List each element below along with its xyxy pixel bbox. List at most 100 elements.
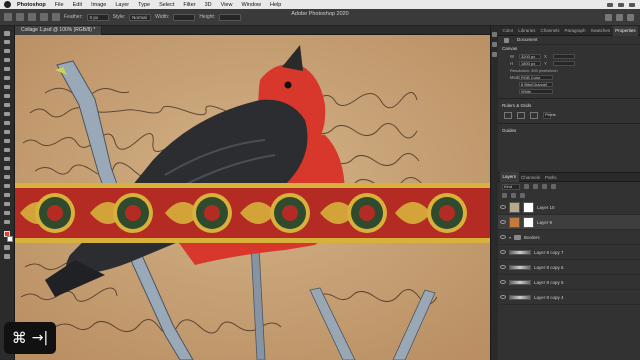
ruler-unit-select[interactable]: Pixels bbox=[543, 111, 556, 119]
layer-row[interactable]: Layer 8 copy 5 bbox=[498, 275, 640, 290]
bit-depth-select[interactable]: 8 Bits/Channel bbox=[519, 81, 553, 88]
menu-type[interactable]: Type bbox=[138, 2, 150, 8]
layer-row[interactable]: Layer 10 bbox=[498, 200, 640, 215]
menu-select[interactable]: Select bbox=[159, 2, 174, 8]
path-select-icon[interactable] bbox=[3, 183, 11, 190]
eye-icon[interactable] bbox=[500, 265, 506, 269]
add-selection-icon[interactable] bbox=[40, 13, 48, 21]
subtract-selection-icon[interactable] bbox=[52, 13, 60, 21]
layer-row[interactable]: Layer 8 copy 6 bbox=[498, 260, 640, 275]
search-icon[interactable] bbox=[605, 13, 612, 21]
layer-mask-thumbnail[interactable] bbox=[523, 201, 534, 213]
menu-view[interactable]: View bbox=[221, 2, 233, 8]
layer-name[interactable]: Layer 8 copy 5 bbox=[534, 280, 564, 285]
menu-help[interactable]: Help bbox=[270, 2, 281, 8]
brush-icon[interactable] bbox=[3, 102, 11, 109]
style-select[interactable]: Normal bbox=[129, 13, 152, 21]
layer-name[interactable]: Layer 8 copy 4 bbox=[534, 295, 564, 300]
tab-paths[interactable]: Paths bbox=[543, 175, 560, 180]
menu-filter[interactable]: Filter bbox=[183, 2, 195, 8]
tab-channels-lower[interactable]: Channels bbox=[519, 175, 543, 180]
tab-channels[interactable]: Channels bbox=[538, 28, 562, 33]
layer-name[interactable]: Layer 9 bbox=[537, 220, 552, 225]
layer-group-row[interactable]: ▾ Borders bbox=[498, 230, 640, 245]
canvas-x-input[interactable] bbox=[553, 53, 575, 60]
menu-layer[interactable]: Layer bbox=[115, 2, 129, 8]
tab-layers[interactable]: Layers bbox=[500, 172, 519, 182]
gradient-icon[interactable] bbox=[3, 138, 11, 145]
styles-panel-icon[interactable] bbox=[492, 52, 497, 57]
lasso-icon[interactable] bbox=[3, 48, 11, 55]
filter-pixel-icon[interactable] bbox=[524, 184, 529, 189]
blur-icon[interactable] bbox=[3, 147, 11, 154]
rulers-grids-title[interactable]: Rulers & Grids bbox=[498, 102, 640, 110]
selection-mode-icon[interactable] bbox=[28, 13, 36, 21]
eye-icon[interactable] bbox=[500, 220, 506, 224]
share-icon[interactable] bbox=[627, 13, 634, 21]
menu-file[interactable]: File bbox=[55, 2, 64, 8]
layer-row[interactable]: Layer 8 copy 4 bbox=[498, 290, 640, 305]
quick-mask-icon[interactable] bbox=[3, 244, 11, 251]
move-tool-icon[interactable] bbox=[3, 30, 11, 37]
grid-toggle-icon[interactable] bbox=[517, 111, 525, 119]
eye-icon[interactable] bbox=[500, 205, 506, 209]
eye-icon[interactable] bbox=[500, 295, 506, 299]
layer-kind-select[interactable]: Kind bbox=[502, 183, 520, 190]
tab-color[interactable]: Color bbox=[500, 28, 516, 33]
marquee-tool-icon[interactable] bbox=[16, 13, 24, 21]
ruler-toggle-icon[interactable] bbox=[504, 111, 512, 119]
eyedropper-icon[interactable] bbox=[3, 84, 11, 91]
layer-mask-thumbnail[interactable] bbox=[523, 216, 534, 228]
adjustments-panel-icon[interactable] bbox=[492, 42, 497, 47]
rectangle-icon[interactable] bbox=[3, 192, 11, 199]
type-icon[interactable] bbox=[3, 174, 11, 181]
canvas-section-title[interactable]: Canvas bbox=[498, 45, 640, 53]
lock-pixels-icon[interactable] bbox=[511, 193, 516, 198]
tab-paragraph[interactable]: Paragraph bbox=[562, 28, 588, 33]
dodge-icon[interactable] bbox=[3, 156, 11, 163]
crop-icon[interactable] bbox=[3, 66, 11, 73]
layer-name[interactable]: Layer 8 copy 6 bbox=[534, 265, 564, 270]
clock-icon[interactable] bbox=[629, 2, 635, 7]
menu-image[interactable]: Image bbox=[91, 2, 106, 8]
layer-row[interactable]: Layer 9 bbox=[498, 215, 640, 230]
layer-name[interactable]: Borders bbox=[524, 235, 540, 240]
lock-icon[interactable] bbox=[502, 193, 507, 198]
eraser-icon[interactable] bbox=[3, 129, 11, 136]
document-tab[interactable]: Collage 1.psd @ 100% (RGB/8) * bbox=[15, 25, 103, 35]
home-icon[interactable] bbox=[4, 13, 12, 21]
layer-name[interactable]: Layer 8 copy 7 bbox=[534, 250, 564, 255]
frame-icon[interactable] bbox=[3, 75, 11, 82]
battery-icon[interactable] bbox=[618, 2, 624, 7]
background-fill-select[interactable]: White bbox=[519, 88, 553, 95]
tab-swatches[interactable]: Swatches bbox=[588, 28, 613, 33]
eye-icon[interactable] bbox=[500, 235, 506, 239]
canvas-width-input[interactable]: 3200 px bbox=[519, 53, 541, 60]
zoom-icon[interactable] bbox=[3, 210, 11, 217]
menu-app[interactable]: Photoshop bbox=[17, 2, 46, 8]
workspace-icon[interactable] bbox=[616, 13, 623, 21]
eye-icon[interactable] bbox=[500, 280, 506, 284]
chevron-down-icon[interactable]: ▾ bbox=[509, 235, 511, 240]
tab-properties[interactable]: Properties bbox=[612, 25, 639, 36]
mode-select[interactable]: RGB Color bbox=[519, 74, 553, 81]
canvas-y-input[interactable] bbox=[553, 60, 575, 67]
wifi-icon[interactable] bbox=[607, 2, 613, 7]
menu-window[interactable]: Window bbox=[241, 2, 261, 8]
history-panel-icon[interactable] bbox=[492, 32, 497, 37]
pixel-grid-icon[interactable] bbox=[530, 111, 538, 119]
filter-adjust-icon[interactable] bbox=[533, 184, 538, 189]
document-canvas[interactable] bbox=[15, 35, 490, 360]
eye-icon[interactable] bbox=[500, 250, 506, 254]
marquee-icon[interactable] bbox=[3, 39, 11, 46]
screen-mode-icon[interactable] bbox=[3, 253, 11, 260]
hand-icon[interactable] bbox=[3, 201, 11, 208]
lock-position-icon[interactable] bbox=[520, 193, 525, 198]
layer-name[interactable]: Layer 10 bbox=[537, 205, 555, 210]
guides-title[interactable]: Guides bbox=[498, 127, 640, 135]
width-input[interactable] bbox=[173, 13, 196, 21]
layer-row[interactable]: Layer 8 copy 7 bbox=[498, 245, 640, 260]
background-color-swatch[interactable] bbox=[6, 236, 13, 243]
filter-type-icon[interactable] bbox=[542, 184, 547, 189]
clone-stamp-icon[interactable] bbox=[3, 111, 11, 118]
